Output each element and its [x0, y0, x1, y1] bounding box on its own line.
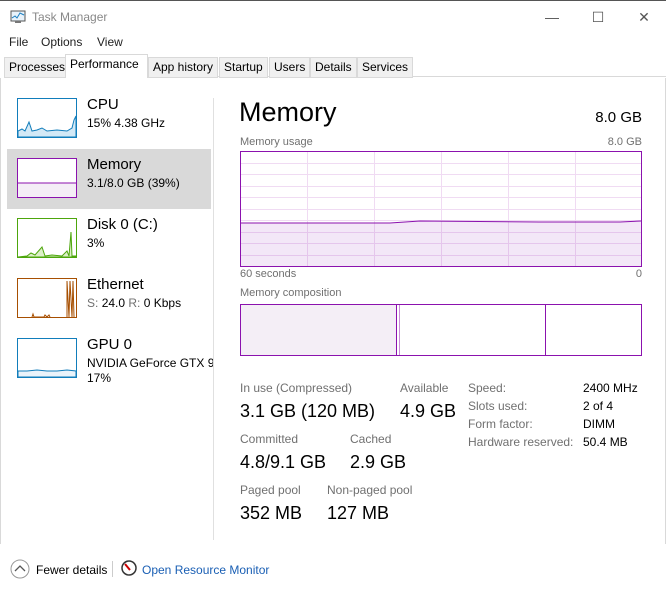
- fewer-details-button[interactable]: Fewer details: [36, 563, 107, 577]
- sidebar-item-memory[interactable]: Memory 3.1/8.0 GB (39%): [7, 149, 211, 209]
- cached-label: Cached: [350, 432, 392, 446]
- menu-view[interactable]: View: [97, 35, 123, 49]
- send-value: 24.0: [101, 296, 126, 310]
- committed-label: Committed: [240, 432, 299, 446]
- disk-mini-graph: [17, 218, 77, 258]
- window-title: Task Manager: [32, 10, 108, 24]
- tab-performance[interactable]: Performance: [65, 54, 148, 78]
- title-bar: Task Manager — ☐ ✕: [0, 0, 666, 32]
- sidebar-value: NVIDIA GeForce GTX 960: [87, 356, 215, 370]
- detail-value: 2 of 4: [583, 399, 614, 413]
- receive-label: R:: [128, 296, 141, 310]
- in-use-segment: [241, 305, 397, 355]
- resource-monitor-icon: [121, 560, 137, 576]
- memory-mini-graph: [17, 158, 77, 198]
- sidebar-value: 15% 4.38 GHz: [87, 116, 166, 130]
- non-paged-pool-value: 127 MB: [327, 503, 390, 523]
- memory-usage-graph: [240, 151, 642, 267]
- sidebar-label: Memory: [87, 156, 142, 173]
- tab-services[interactable]: Services: [357, 57, 414, 78]
- usage-max: 8.0 GB: [607, 136, 642, 148]
- menu-options[interactable]: Options: [41, 35, 82, 49]
- non-paged-pool-label: Non-paged pool: [327, 483, 413, 497]
- minimize-button[interactable]: —: [532, 5, 572, 29]
- available-value: 4.9 GB: [400, 401, 457, 421]
- sidebar-value: 3%: [87, 236, 105, 250]
- total-memory: 8.0 GB: [595, 109, 642, 126]
- memory-composition-bar: [240, 304, 642, 356]
- footer-separator: [112, 561, 113, 577]
- divider: [213, 98, 214, 540]
- detail-value: 50.4 MB: [583, 435, 628, 449]
- sidebar-label: Disk 0 (C:): [87, 216, 158, 233]
- sidebar-value: 3.1/8.0 GB (39%): [87, 176, 180, 190]
- tab-app-history[interactable]: App history: [148, 57, 219, 78]
- detail-key: Speed:: [468, 381, 507, 395]
- tab-details[interactable]: Details: [310, 57, 357, 78]
- paged-pool-value: 352 MB: [240, 503, 303, 523]
- chevron-up-icon[interactable]: [10, 559, 30, 579]
- detail-key: Form factor:: [468, 417, 533, 431]
- usage-area: [241, 221, 641, 266]
- receive-value: 0 Kbps: [143, 296, 182, 310]
- detail-value: DIMM: [583, 417, 615, 431]
- cached-value: 2.9 GB: [350, 452, 407, 472]
- tab-startup[interactable]: Startup: [219, 57, 268, 78]
- in-use-label: In use (Compressed): [240, 381, 353, 395]
- detail-key: Slots used:: [468, 399, 528, 413]
- sidebar-item-disk[interactable]: Disk 0 (C:) 3%: [7, 209, 211, 269]
- page-title: Memory: [239, 97, 337, 127]
- committed-value: 4.8/9.1 GB: [240, 452, 327, 472]
- paged-pool-label: Paged pool: [240, 483, 301, 497]
- tab-users[interactable]: Users: [269, 57, 311, 78]
- sidebar-item-cpu[interactable]: CPU 15% 4.38 GHz: [7, 89, 211, 149]
- tab-processes[interactable]: Processes: [4, 57, 71, 78]
- ethernet-mini-graph: [17, 278, 77, 318]
- sidebar-label: CPU: [87, 96, 119, 113]
- sidebar-label: Ethernet: [87, 276, 144, 293]
- task-manager-icon: [10, 10, 26, 23]
- send-label: S:: [87, 296, 99, 310]
- maximize-button[interactable]: ☐: [578, 5, 618, 29]
- open-resource-monitor-link[interactable]: Open Resource Monitor: [142, 563, 269, 577]
- close-button[interactable]: ✕: [624, 5, 664, 29]
- usage-label: Memory usage: [240, 136, 313, 148]
- detail-value: 2400 MHz: [583, 381, 638, 395]
- time-label: 60 seconds: [240, 268, 297, 280]
- menu-file[interactable]: File: [9, 35, 28, 49]
- composition-label: Memory composition: [240, 287, 342, 299]
- sidebar-item-ethernet[interactable]: Ethernet S: 24.0 R: 0 Kbps: [7, 269, 211, 329]
- detail-key: Hardware reserved:: [468, 435, 574, 449]
- sidebar-label: GPU 0: [87, 336, 133, 353]
- gpu-mini-graph: [17, 338, 77, 378]
- cpu-mini-graph: [17, 98, 77, 138]
- tab-bar: Processes Performance App history Startu…: [4, 54, 666, 78]
- available-label: Available: [400, 381, 449, 395]
- footer: Fewer details Open Resource Monitor: [0, 555, 666, 585]
- time-end: 0: [635, 268, 642, 280]
- sidebar-value-2: 17%: [87, 371, 112, 385]
- sidebar-item-gpu[interactable]: GPU 0 NVIDIA GeForce GTX 960 17%: [7, 329, 215, 391]
- in-use-value: 3.1 GB (120 MB): [240, 401, 376, 421]
- sidebar-value: S: 24.0 R: 0 Kbps: [87, 296, 215, 310]
